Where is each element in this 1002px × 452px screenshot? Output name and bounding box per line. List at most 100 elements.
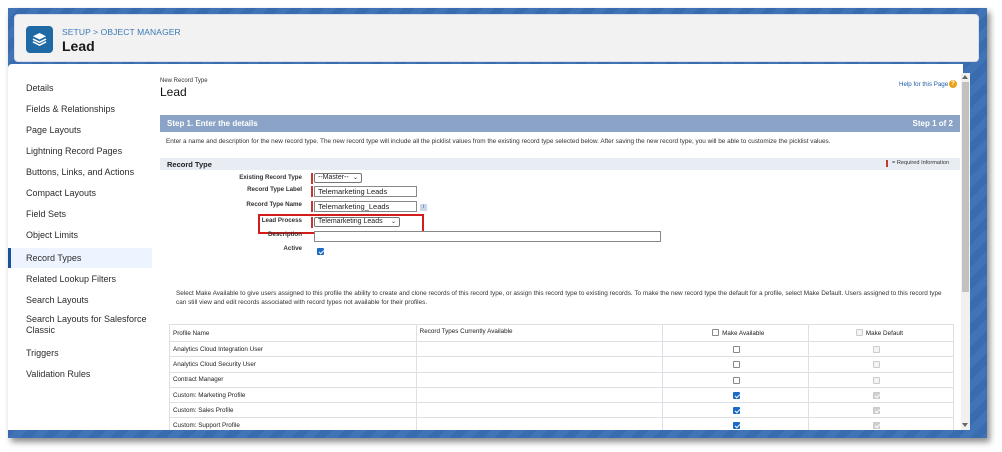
record-types-available-cell (415, 340, 664, 358)
required-marker (311, 173, 313, 184)
scrollbar-thumb[interactable] (962, 82, 969, 292)
help-icon[interactable]: ? (949, 80, 957, 88)
make-default-cell (808, 371, 954, 388)
make-available-checkbox[interactable] (733, 346, 741, 353)
sidebar-item-buttons-links-actions[interactable]: Buttons, Links, and Actions (8, 162, 152, 182)
make-available-cell (662, 417, 810, 430)
vertical-scrollbar[interactable] (961, 73, 970, 430)
table-header-row: Profile Name Record Types Currently Avai… (169, 324, 954, 342)
make-default-cell (808, 356, 954, 373)
profiles-table: Profile Name Record Types Currently Avai… (169, 324, 954, 430)
make-available-checkbox[interactable] (733, 391, 741, 399)
record-type-label-label: Record Type Label (247, 186, 302, 193)
sidebar-item-field-sets[interactable]: Field Sets (8, 204, 152, 224)
record-type-section-header: Record Type = Required Information (160, 158, 960, 170)
help-link[interactable]: Help for this Page (899, 81, 948, 88)
make-available-checkbox[interactable] (733, 407, 741, 415)
make-default-all-checkbox (856, 329, 864, 337)
required-marker (311, 186, 313, 197)
make-default-checkbox[interactable] (873, 422, 881, 430)
required-info: = Required Information (892, 160, 950, 166)
sidebar-item-validation-rules[interactable]: Validation Rules (8, 364, 152, 384)
required-marker (886, 160, 888, 167)
page-title: Lead (160, 85, 187, 99)
make-default-checkbox[interactable] (873, 407, 881, 415)
make-default-cell (808, 386, 954, 404)
col-make-available: Make Available (662, 324, 810, 342)
make-available-checkbox[interactable] (733, 376, 741, 384)
profile-name: Custom: Support Profile (169, 417, 417, 430)
profile-name: Contract Manager (169, 371, 417, 388)
record-type-label-input[interactable]: Telemarketing Leads (314, 186, 417, 197)
sidebar-item-triggers[interactable]: Triggers (8, 343, 152, 363)
make-default-checkbox (873, 346, 881, 353)
record-type-editor: New Record Type Lead Help for this Page … (152, 64, 963, 430)
sidebar-item-search-layouts-classic[interactable]: Search Layouts for Salesforce Classic (8, 314, 148, 336)
step-title: Step 1. Enter the details (167, 119, 258, 128)
scroll-down-icon[interactable] (962, 423, 968, 427)
sidebar-item-fields-relationships[interactable]: Fields & Relationships (8, 99, 152, 119)
make-available-cell (662, 356, 810, 373)
sidebar-item-search-layouts[interactable]: Search Layouts (8, 290, 152, 310)
make-default-cell (808, 340, 954, 358)
description-label: Description (267, 231, 302, 238)
record-types-available-cell (415, 402, 664, 419)
profile-name: Custom: Sales Profile (169, 402, 417, 419)
existing-record-type-label: Existing Record Type (239, 174, 302, 181)
layers-icon (26, 26, 53, 53)
make-default-cell (808, 402, 954, 419)
make-available-label: Make Available (722, 329, 765, 337)
make-default-checkbox[interactable] (873, 391, 881, 399)
record-types-available-cell (415, 417, 664, 430)
table-row: Contract Manager (169, 371, 954, 388)
table-row: Custom: Marketing Profile (169, 386, 954, 404)
description-input[interactable] (314, 231, 661, 242)
sidebar-item-compact-layouts[interactable]: Compact Layouts (8, 183, 152, 203)
step-header: Step 1. Enter the details Step 1 of 2 (160, 115, 960, 132)
table-row: Analytics Cloud Security User (169, 356, 954, 373)
make-available-checkbox[interactable] (733, 422, 741, 430)
make-available-all-checkbox[interactable] (712, 329, 720, 337)
sidebar-item-related-lookup-filters[interactable]: Related Lookup Filters (8, 269, 152, 289)
profiles-intro: Select Make Available to give users assi… (176, 290, 942, 306)
page-subtitle: New Record Type (160, 78, 208, 84)
make-available-cell (662, 386, 810, 404)
active-checkbox[interactable] (317, 248, 324, 255)
sidebar-item-page-layouts[interactable]: Page Layouts (8, 120, 152, 140)
profile-name: Analytics Cloud Security User (169, 356, 417, 373)
make-available-cell (662, 371, 810, 388)
table-row: Analytics Cloud Integration User (169, 340, 954, 358)
record-types-available-cell (415, 356, 664, 373)
make-default-checkbox (873, 376, 881, 384)
required-marker (311, 201, 313, 212)
make-default-label: Make Default (865, 329, 904, 337)
make-available-cell (662, 402, 810, 419)
sidebar-item-details[interactable]: Details (8, 78, 152, 98)
object-manager-sidebar: Details Fields & Relationships Page Layo… (8, 64, 152, 430)
info-icon[interactable]: i (420, 204, 427, 211)
record-types-available-cell (415, 371, 664, 388)
sidebar-item-object-limits[interactable]: Object Limits (8, 225, 152, 245)
existing-record-type-value: --Master-- (318, 174, 349, 181)
chevron-down-icon: ⌄ (352, 175, 358, 181)
table-row: Custom: Support Profile (169, 417, 954, 430)
table-row: Custom: Sales Profile (169, 402, 954, 419)
object-header: SETUP > OBJECT MANAGER Lead (14, 14, 979, 62)
sidebar-item-lightning-record-pages[interactable]: Lightning Record Pages (8, 141, 152, 161)
record-types-available-cell (415, 386, 664, 404)
section-title: Record Type (167, 160, 212, 169)
make-available-cell (662, 340, 810, 358)
object-title: Lead (62, 38, 95, 54)
existing-record-type-select[interactable]: --Master-- ⌄ (314, 173, 362, 183)
profile-name: Custom: Marketing Profile (169, 386, 417, 404)
active-label: Active (283, 245, 302, 252)
scroll-up-icon[interactable] (962, 75, 968, 79)
col-record-types-available: Record Types Currently Available (415, 324, 664, 342)
sidebar-item-record-types[interactable]: Record Types (8, 248, 152, 268)
intro-text: Enter a name and description for the new… (166, 138, 831, 145)
record-type-name-input[interactable]: Telemarketing_Leads (314, 201, 417, 212)
profile-name: Analytics Cloud Integration User (169, 340, 417, 358)
breadcrumb[interactable]: SETUP > OBJECT MANAGER (62, 27, 181, 37)
make-default-checkbox (873, 361, 881, 369)
make-available-checkbox[interactable] (733, 361, 741, 369)
